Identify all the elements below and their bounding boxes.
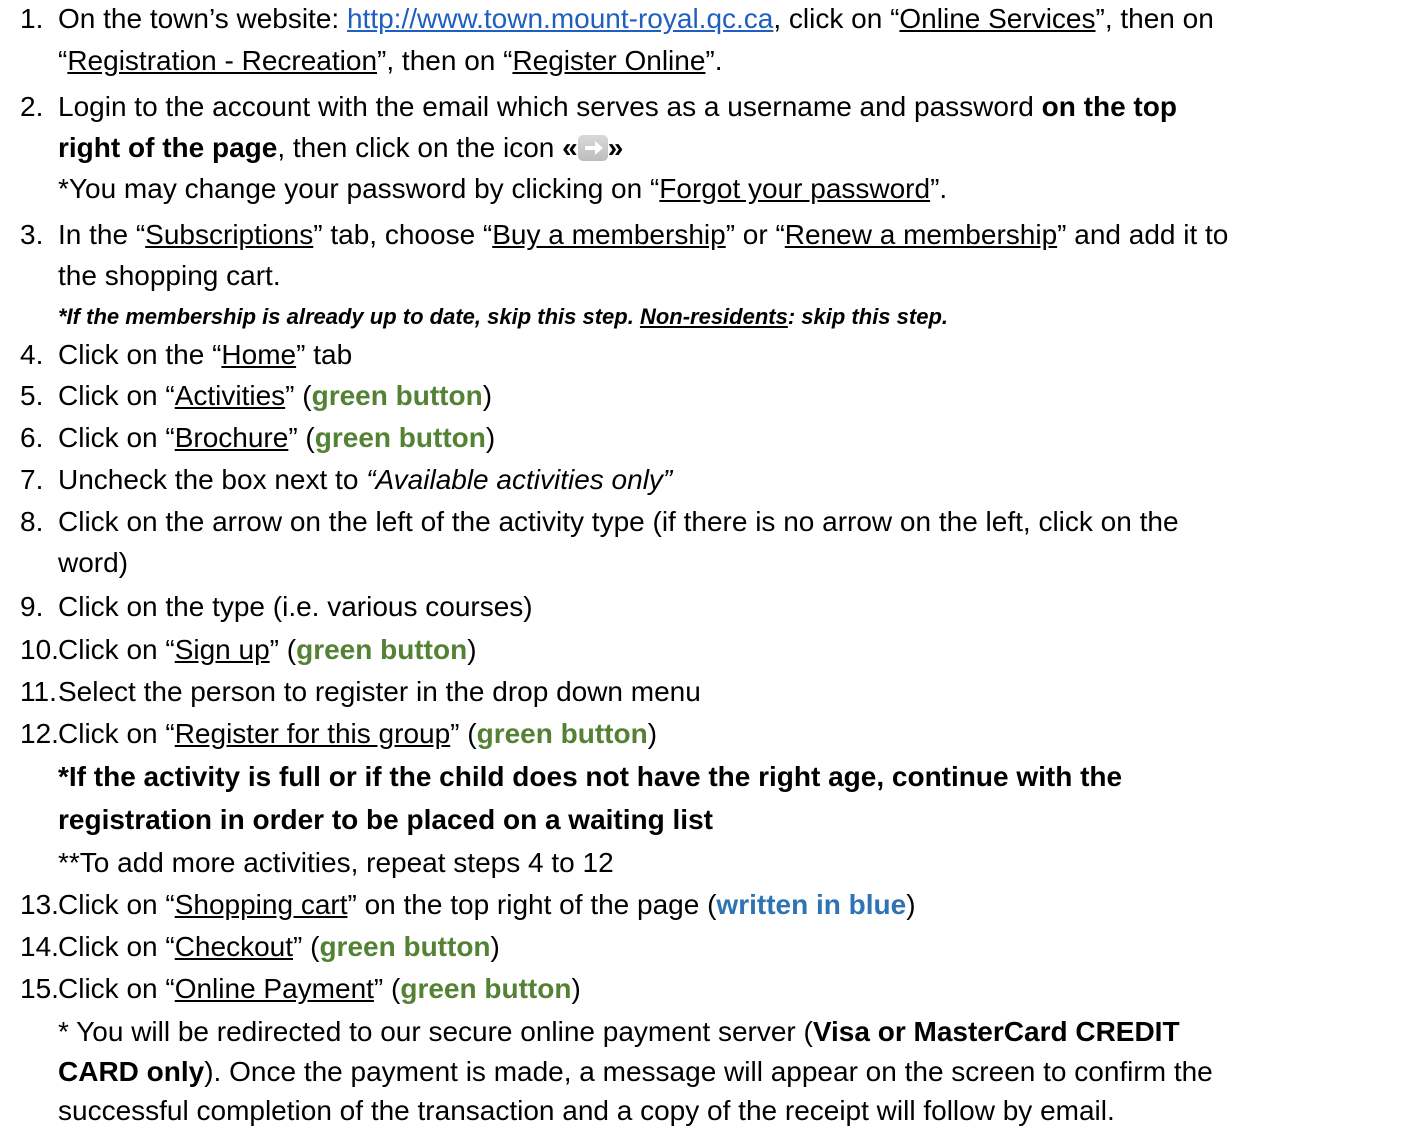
text: Click on “ <box>58 422 175 453</box>
text: successful completion of the transaction… <box>58 1095 1115 1126</box>
bold-text: Visa or MasterCard CREDIT <box>812 1016 1180 1047</box>
text: *If the membership is already up to date… <box>58 304 640 329</box>
step-number: 10. <box>20 634 59 665</box>
brochure-text: Brochure <box>174 422 289 453</box>
step-number: 4. <box>20 339 44 370</box>
text: *You may change your password by clickin… <box>58 173 660 204</box>
text: the shopping cart. <box>58 260 281 291</box>
text: ” and add it to <box>1057 219 1229 250</box>
home-tab-text: Home <box>221 339 297 370</box>
text: ”. <box>930 173 948 204</box>
step-number: 7. <box>20 464 44 495</box>
text: On the town’s website: <box>58 3 347 34</box>
text: Uncheck the box next to <box>58 464 367 495</box>
right-arrow-icon <box>577 135 608 161</box>
text: Click on the type (i.e. various courses) <box>58 591 533 622</box>
text: ) <box>490 931 500 962</box>
step-number: 14. <box>20 931 59 962</box>
text: ” or “ <box>725 219 785 250</box>
step-number: 3. <box>20 219 44 250</box>
text: ” ( <box>269 634 297 665</box>
subscriptions-text: Subscriptions <box>145 219 314 250</box>
text: ” tab <box>296 339 353 370</box>
green-button-text: green button <box>296 634 468 665</box>
registration-recreation-text: Registration - Recreation <box>67 45 378 76</box>
text: Click on “ <box>58 718 175 749</box>
green-button-text: green button <box>319 931 491 962</box>
green-button-text: green button <box>400 973 572 1004</box>
step-number: 2. <box>20 91 44 122</box>
text: ) <box>467 634 477 665</box>
text: ). Once the payment is made, a message w… <box>204 1056 1213 1087</box>
buy-membership-text: Buy a membership <box>492 219 726 250</box>
text: “ <box>58 45 68 76</box>
text: ” on the top right of the page ( <box>347 889 717 920</box>
green-button-text: green button <box>311 380 483 411</box>
text: ) <box>647 718 658 749</box>
bold-text: *If the activity is full or if the child… <box>58 761 1123 792</box>
available-activities-text: “Available activities only” <box>366 464 673 495</box>
town-website-link[interactable]: http://www.town.mount-royal.qc.ca <box>347 3 773 34</box>
text: ” ( <box>450 718 477 749</box>
bold-text: registration in order to be placed on a … <box>58 804 713 835</box>
text: ” ( <box>293 931 320 962</box>
text: ” ( <box>285 380 312 411</box>
text: ”. <box>705 45 723 76</box>
register-group-text: Register for this group <box>174 718 451 749</box>
text: ) <box>482 380 493 411</box>
checkout-text: Checkout <box>174 931 293 962</box>
text: * You will be redirected to our secure o… <box>58 1016 813 1047</box>
text: Click on “ <box>58 634 175 665</box>
text: , then click on the icon <box>277 132 563 163</box>
step-number: 1. <box>20 3 44 34</box>
quote: » <box>607 132 624 163</box>
text: ) <box>906 889 916 920</box>
bold-text: right of the page <box>58 132 278 163</box>
text: Login to the account with the email whic… <box>58 91 1042 122</box>
text: ”, then on <box>1095 3 1214 34</box>
green-button-text: green button <box>476 718 648 749</box>
text: Click on “ <box>58 931 175 962</box>
text: : skip this step. <box>787 304 949 329</box>
bold-text: CARD only <box>58 1056 205 1087</box>
non-residents-text: Non-residents <box>639 304 788 329</box>
step-number: 6. <box>20 422 44 453</box>
step-number: 12. <box>20 718 59 749</box>
text: ” tab, choose “ <box>313 219 493 250</box>
text: ” ( <box>288 422 315 453</box>
text: word) <box>58 547 129 578</box>
text: ”, then on “ <box>377 45 513 76</box>
text: Click on “ <box>58 889 175 920</box>
text: Click on the “ <box>58 339 222 370</box>
text: Select the person to register in the dro… <box>58 676 701 707</box>
sign-up-text: Sign up <box>174 634 270 665</box>
register-online-text: Register Online <box>512 45 706 76</box>
text: Click on “ <box>58 380 175 411</box>
text: Click on “ <box>58 973 175 1004</box>
online-services-text: Online Services <box>899 3 1096 34</box>
text: ) <box>571 973 581 1004</box>
quote: « <box>562 132 578 163</box>
step-number: 5. <box>20 380 44 411</box>
text: In the “ <box>58 219 146 250</box>
step-number: 15. <box>20 973 59 1004</box>
text: Click on the arrow on the left of the ac… <box>58 506 1179 537</box>
step-number: 8. <box>20 506 44 537</box>
text: ” ( <box>373 973 401 1004</box>
green-button-text: green button <box>314 422 486 453</box>
step-number: 11. <box>20 676 57 707</box>
step-number: 9. <box>20 591 44 622</box>
text: ) <box>485 422 496 453</box>
online-payment-text: Online Payment <box>174 973 374 1004</box>
text: **To add more activities, repeat steps 4… <box>58 847 614 878</box>
step-number: 13. <box>20 889 59 920</box>
text: , click on “ <box>773 3 900 34</box>
renew-membership-text: Renew a membership <box>784 219 1058 250</box>
bold-text: on the top <box>1041 91 1177 122</box>
activities-text: Activities <box>174 380 286 411</box>
forgot-password-text: Forgot your password <box>659 173 931 204</box>
blue-text: written in blue <box>716 889 907 920</box>
shopping-cart-text: Shopping cart <box>174 889 348 920</box>
